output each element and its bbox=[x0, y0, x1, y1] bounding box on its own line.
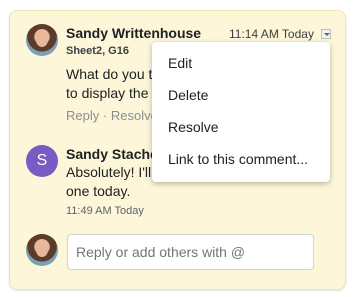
menu-item-edit[interactable]: Edit bbox=[168, 55, 192, 71]
avatar bbox=[26, 234, 58, 266]
menu-item-resolve[interactable]: Resolve bbox=[168, 119, 219, 135]
comment-text-line-2: to display the bbox=[66, 85, 149, 101]
avatar bbox=[26, 24, 58, 56]
comment-author: Sandy Stache bbox=[66, 146, 158, 162]
menu-item-delete[interactable]: Delete bbox=[168, 87, 208, 103]
comment-text-line-1: Absolutely! I'll bbox=[66, 164, 152, 180]
comment-options-menu: Edit Delete Resolve Link to this comment… bbox=[152, 42, 330, 182]
comment-author: Sandy Writtenhouse bbox=[66, 25, 202, 41]
comment-actions: Reply · Resolve bbox=[66, 108, 158, 123]
comment-timestamp: 11:14 AM Today bbox=[229, 27, 314, 41]
comment-timestamp: 11:49 AM Today bbox=[66, 205, 144, 217]
separator: · bbox=[102, 108, 108, 123]
resolve-link[interactable]: Resolve bbox=[111, 108, 158, 123]
comment-menu-button[interactable] bbox=[321, 29, 331, 39]
menu-item-link[interactable]: Link to this comment... bbox=[168, 151, 308, 167]
reply-input[interactable] bbox=[67, 234, 314, 270]
comment-text-line-1: What do you t bbox=[66, 66, 153, 82]
reply-link[interactable]: Reply bbox=[66, 108, 99, 123]
avatar: S bbox=[26, 145, 58, 177]
cell-reference: Sheet2, G16 bbox=[66, 45, 129, 57]
comment-text-line-2: one today. bbox=[66, 183, 131, 199]
